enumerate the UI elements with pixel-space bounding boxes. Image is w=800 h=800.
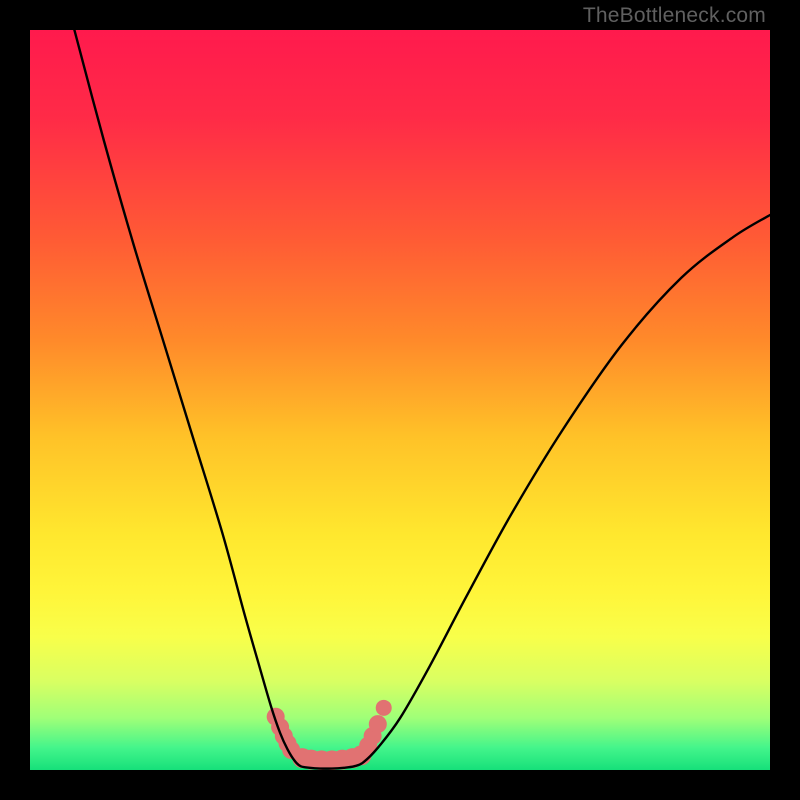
marker-layer: [267, 700, 392, 770]
marker-dot: [376, 700, 392, 716]
watermark-label: TheBottleneck.com: [583, 4, 766, 28]
chart-frame: TheBottleneck.com: [0, 0, 800, 800]
bottleneck-curve: [74, 30, 770, 769]
curves-layer: [30, 30, 770, 770]
plot-area: [30, 30, 770, 770]
marker-dot: [369, 715, 387, 733]
